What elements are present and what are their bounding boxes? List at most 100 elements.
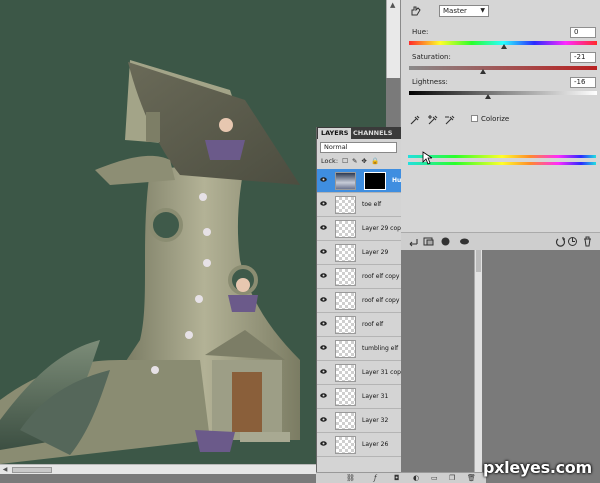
new-group-icon[interactable]: ▭ bbox=[431, 474, 438, 482]
scroll-up-icon[interactable]: ▲ bbox=[390, 1, 395, 9]
layer-name[interactable]: roof elf copy bbox=[362, 273, 399, 280]
lock-row: Lock: ☐ ✎ ✥ 🔒 bbox=[321, 157, 379, 165]
visibility-eye-icon[interactable] bbox=[320, 297, 327, 302]
visibility-eye-icon[interactable] bbox=[320, 393, 327, 398]
saturation-input[interactable]: -21 bbox=[570, 52, 596, 63]
layer-row[interactable]: Layer 31 bbox=[317, 385, 401, 409]
eyedropper-icon[interactable] bbox=[409, 114, 421, 126]
tab-channels[interactable]: CHANNELS bbox=[350, 128, 395, 139]
layer-row[interactable]: Layer 26fx▼ bbox=[317, 433, 401, 457]
visibility-eye-icon[interactable] bbox=[320, 369, 327, 374]
layer-thumbnail[interactable] bbox=[335, 340, 356, 358]
lock-transparent-icon[interactable]: ☐ bbox=[342, 157, 348, 165]
layers-scroll-thumb[interactable] bbox=[476, 250, 481, 272]
layer-thumbnail[interactable] bbox=[335, 172, 356, 190]
scroll-left-icon[interactable]: ◀ bbox=[1, 466, 9, 474]
expand-view-icon[interactable] bbox=[423, 236, 434, 247]
layer-thumbnail[interactable] bbox=[335, 268, 356, 286]
canvas-vertical-scrollbar[interactable]: ▲ bbox=[386, 0, 400, 78]
lock-paint-icon[interactable]: ✎ bbox=[352, 157, 357, 165]
layer-name[interactable]: Layer 29 bbox=[362, 249, 388, 256]
layer-row[interactable]: tumbling elf bbox=[317, 337, 401, 361]
visibility-eye-icon[interactable] bbox=[320, 225, 327, 230]
layers-scrollbar[interactable] bbox=[474, 250, 482, 472]
layer-thumbnail[interactable] bbox=[335, 292, 356, 310]
tab-layers[interactable]: LAYERS bbox=[318, 128, 352, 139]
view-previous-icon[interactable] bbox=[567, 236, 578, 247]
hand-adjust-icon[interactable] bbox=[409, 5, 423, 17]
layer-name[interactable]: Layer 31 bbox=[362, 393, 388, 400]
lightness-input[interactable]: -16 bbox=[570, 77, 596, 88]
layer-row[interactable]: Layer 29fx▼ bbox=[317, 241, 401, 265]
layer-row[interactable]: Layer 31 copy bbox=[317, 361, 401, 385]
layer-name[interactable]: Layer 26 bbox=[362, 441, 388, 448]
visibility-eye-icon[interactable] bbox=[320, 201, 327, 206]
eyedropper-plus-icon[interactable] bbox=[427, 114, 439, 126]
visibility-eye-icon[interactable] bbox=[320, 249, 327, 254]
chevron-down-icon: ▼ bbox=[480, 7, 485, 14]
lock-move-icon[interactable]: ✥ bbox=[362, 157, 367, 165]
hue-slider-thumb[interactable] bbox=[501, 44, 507, 49]
layer-name[interactable]: Layer 29 copy bbox=[362, 225, 401, 232]
colorize-checkbox[interactable] bbox=[471, 115, 478, 122]
layer-name[interactable]: roof elf bbox=[362, 321, 383, 328]
return-icon[interactable] bbox=[408, 236, 419, 247]
layer-name[interactable]: Hu bbox=[392, 177, 401, 184]
visibility-eye-icon[interactable] bbox=[320, 441, 327, 446]
layer-name[interactable]: tumbling elf bbox=[362, 345, 398, 352]
layer-name[interactable]: Layer 31 copy bbox=[362, 369, 401, 376]
new-layer-icon[interactable]: ❐ bbox=[449, 474, 455, 482]
layer-thumbnail[interactable] bbox=[335, 316, 356, 334]
lightness-slider[interactable] bbox=[409, 91, 597, 95]
layer-thumbnail[interactable] bbox=[335, 196, 356, 214]
layer-row[interactable]: roof elffx▼ bbox=[317, 313, 401, 337]
saturation-label: Saturation: bbox=[412, 53, 451, 61]
layer-name[interactable]: roof elf copy 2 bbox=[362, 297, 401, 304]
layer-name[interactable]: toe elf bbox=[362, 201, 381, 208]
layer-thumbnail[interactable] bbox=[335, 412, 356, 430]
visibility-eye-icon[interactable] bbox=[459, 236, 470, 247]
layer-mask-thumbnail[interactable] bbox=[364, 172, 386, 190]
layer-row[interactable]: Hu bbox=[317, 169, 401, 193]
add-mask-icon[interactable]: ◘ bbox=[394, 474, 400, 482]
clip-layer-icon[interactable] bbox=[440, 236, 451, 247]
visibility-eye-icon[interactable] bbox=[320, 321, 327, 326]
visibility-eye-icon[interactable] bbox=[320, 177, 327, 182]
layer-row[interactable]: roof elf copyfx▼ bbox=[317, 265, 401, 289]
blend-mode-dropdown[interactable]: Normal bbox=[320, 142, 397, 153]
layers-list: Hutoe elfLayer 29 copyLayer 29fx▼roof el… bbox=[317, 169, 401, 457]
add-style-icon[interactable]: ƒ bbox=[374, 474, 376, 482]
layer-row[interactable]: toe elf bbox=[317, 193, 401, 217]
lightness-slider-thumb[interactable] bbox=[485, 94, 491, 99]
layer-name[interactable]: Layer 32 bbox=[362, 417, 388, 424]
layer-thumbnail[interactable] bbox=[335, 220, 356, 238]
preset-value: Master bbox=[443, 7, 467, 15]
canvas-horizontal-scrollbar[interactable]: ◀ bbox=[0, 464, 316, 474]
layers-panel: LAYERS CHANNELS Normal Lock: ☐ ✎ ✥ 🔒 Hu t… bbox=[316, 127, 401, 483]
delete-adjustment-icon[interactable] bbox=[582, 236, 593, 247]
delete-layer-icon[interactable]: 🗑 bbox=[467, 474, 476, 482]
link-layers-icon[interactable]: ⛓ bbox=[346, 474, 355, 482]
saturation-slider[interactable] bbox=[409, 66, 597, 70]
reset-icon[interactable] bbox=[555, 236, 566, 247]
visibility-eye-icon[interactable] bbox=[320, 345, 327, 350]
layer-thumbnail[interactable] bbox=[335, 436, 356, 454]
visibility-eye-icon[interactable] bbox=[320, 273, 327, 278]
lock-all-icon[interactable]: 🔒 bbox=[371, 157, 379, 165]
colorize-label: Colorize bbox=[481, 115, 510, 123]
layer-thumbnail[interactable] bbox=[335, 388, 356, 406]
layer-row[interactable]: roof elf copy 2fx▼ bbox=[317, 289, 401, 313]
layer-thumbnail[interactable] bbox=[335, 244, 356, 262]
scroll-thumb[interactable] bbox=[12, 467, 52, 473]
layer-row[interactable]: Layer 32 bbox=[317, 409, 401, 433]
preset-dropdown[interactable]: Master ▼ bbox=[439, 5, 489, 17]
visibility-eye-icon[interactable] bbox=[320, 417, 327, 422]
new-adjustment-icon[interactable]: ◐ bbox=[413, 474, 419, 482]
saturation-slider-thumb[interactable] bbox=[480, 69, 486, 74]
eyedropper-minus-icon[interactable] bbox=[444, 114, 456, 126]
layer-thumbnail[interactable] bbox=[335, 364, 356, 382]
layer-row[interactable]: Layer 29 copy bbox=[317, 217, 401, 241]
lightness-label: Lightness: bbox=[412, 78, 448, 86]
hue-input[interactable]: 0 bbox=[570, 27, 596, 38]
input-color-bar bbox=[408, 155, 596, 158]
